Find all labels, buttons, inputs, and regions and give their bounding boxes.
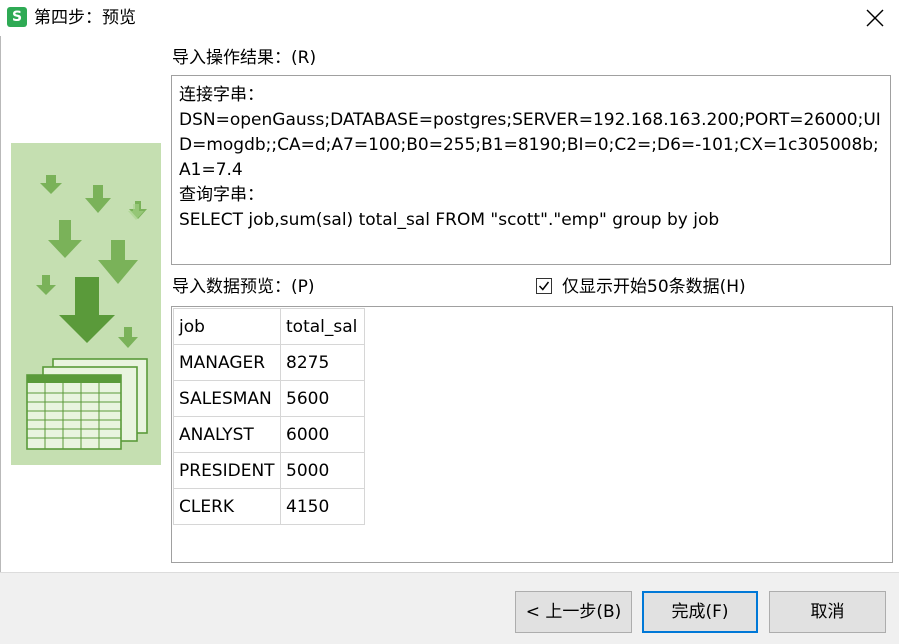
cell-job: ANALYST <box>173 416 281 453</box>
cell-total-sal: 5000 <box>280 452 365 489</box>
back-button[interactable]: < 上一步(B) <box>515 591 632 633</box>
cell-total-sal: 4150 <box>280 488 365 525</box>
cell-total-sal: 5600 <box>280 380 365 417</box>
table-row: SALESMAN 5600 <box>173 380 365 417</box>
cell-job: SALESMAN <box>173 380 281 417</box>
preview-table: job total_sal MANAGER 8275 SALESMAN 5600… <box>173 308 365 525</box>
show-first-50-checkbox[interactable] <box>536 278 552 294</box>
column-header-job: job <box>173 308 281 345</box>
connection-string-value: DSN=openGauss;DATABASE=postgres;SERVER=1… <box>179 110 881 180</box>
data-preview-grid[interactable]: job total_sal MANAGER 8275 SALESMAN 5600… <box>171 306 893 563</box>
finish-button[interactable]: 完成(F) <box>642 591 758 633</box>
cell-job: CLERK <box>173 488 281 525</box>
cancel-button[interactable]: 取消 <box>769 591 886 633</box>
close-icon <box>866 9 884 27</box>
table-row: ANALYST 6000 <box>173 416 365 453</box>
title-bar: S 第四步：预览 <box>0 0 899 36</box>
close-button[interactable] <box>853 0 899 36</box>
import-result-label: 导入操作结果：(R) <box>172 48 317 68</box>
show-first-50-label: 仅显示开始50条数据(H) <box>562 277 746 297</box>
cell-job: PRESIDENT <box>173 452 281 489</box>
query-string-label: 查询字串： <box>179 185 264 205</box>
app-icon: S <box>7 7 27 27</box>
cell-total-sal: 6000 <box>280 416 365 453</box>
window-left-border <box>0 36 1 572</box>
dialog-footer <box>0 572 899 644</box>
data-preview-label: 导入数据预览：(P) <box>172 277 315 297</box>
cell-job: MANAGER <box>173 344 281 381</box>
table-row: PRESIDENT 5000 <box>173 452 365 489</box>
window-title: 第四步：预览 <box>34 8 136 28</box>
checkmark-icon <box>538 281 550 291</box>
table-header-row: job total_sal <box>173 308 365 345</box>
table-row: MANAGER 8275 <box>173 344 365 381</box>
column-header-total-sal: total_sal <box>280 308 365 345</box>
table-row: CLERK 4150 <box>173 488 365 525</box>
query-string-value: SELECT job,sum(sal) total_sal FROM "scot… <box>179 210 720 230</box>
cell-total-sal: 8275 <box>280 344 365 381</box>
import-result-textbox[interactable]: 连接字串： DSN=openGauss;DATABASE=postgres;SE… <box>171 75 891 265</box>
import-illustration <box>11 143 161 465</box>
connection-string-label: 连接字串： <box>179 85 264 105</box>
